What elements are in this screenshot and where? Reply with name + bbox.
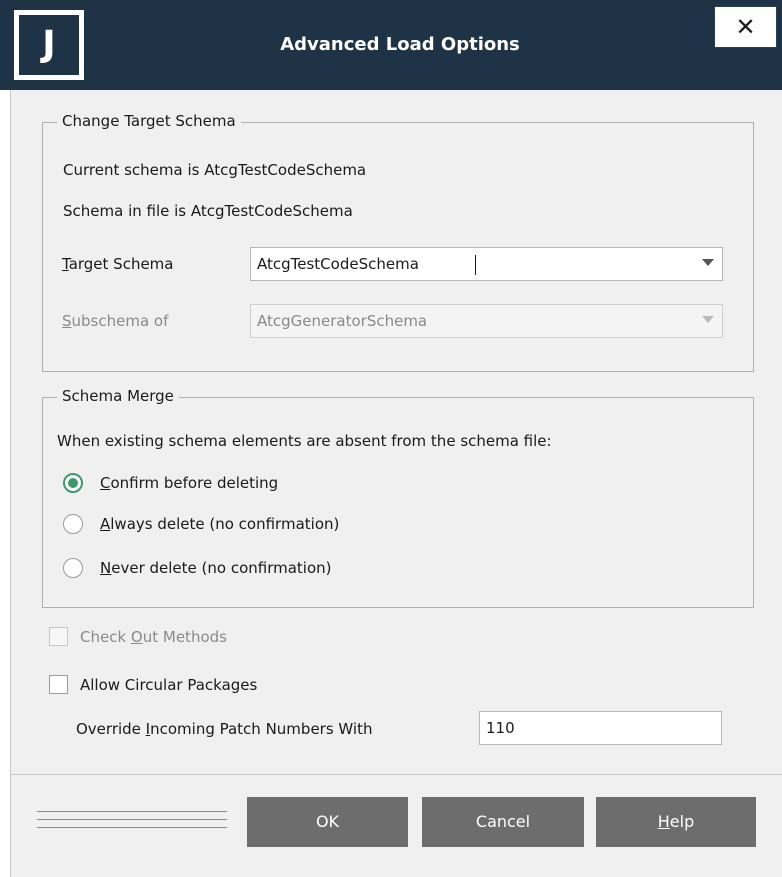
radio-always-mnemonic: A bbox=[100, 515, 111, 533]
check-out-label-post: ut Methods bbox=[142, 628, 227, 646]
app-logo-icon: J bbox=[14, 10, 84, 80]
check-out-label-pre: Check bbox=[80, 628, 131, 646]
dialog-left-border bbox=[10, 90, 11, 877]
resize-grip-icon[interactable] bbox=[37, 811, 227, 835]
radio-always-label-rest: lways delete (no confirmation) bbox=[110, 515, 340, 533]
close-button[interactable]: ✕ bbox=[714, 6, 777, 48]
subschema-label-rest: ubschema of bbox=[71, 312, 169, 330]
target-schema-value: AtcgTestCodeSchema bbox=[257, 255, 419, 273]
target-schema-label: Target Schema bbox=[62, 255, 174, 273]
override-patch-label: Override Incoming Patch Numbers With bbox=[76, 720, 372, 738]
subschema-mnemonic: S bbox=[62, 312, 72, 330]
help-label-rest: elp bbox=[669, 812, 695, 831]
check-out-methods-label: Check Out Methods bbox=[80, 628, 227, 646]
file-schema-text: Schema in file is AtcgTestCodeSchema bbox=[63, 202, 353, 220]
ok-button[interactable]: OK bbox=[247, 797, 408, 847]
target-schema-mnemonic: T bbox=[62, 255, 69, 273]
override-patch-number-input[interactable]: 110 bbox=[479, 711, 722, 745]
override-label-pre: Override bbox=[76, 720, 146, 738]
help-button[interactable]: Help bbox=[596, 797, 756, 847]
footer-separator bbox=[10, 774, 782, 775]
check-out-mnemonic: O bbox=[130, 628, 143, 646]
subschema-combobox: AtcgGeneratorSchema bbox=[250, 304, 723, 338]
radio-always-delete[interactable] bbox=[63, 514, 83, 534]
close-icon: ✕ bbox=[735, 13, 756, 41]
allow-circular-packages-checkbox[interactable] bbox=[49, 675, 68, 694]
radio-always-label[interactable]: Always delete (no confirmation) bbox=[100, 515, 339, 533]
allow-circular-packages-label[interactable]: Allow Circular Packages bbox=[80, 676, 257, 694]
radio-never-label-rest: ever delete (no confirmation) bbox=[111, 559, 332, 577]
target-schema-combobox[interactable]: AtcgTestCodeSchema bbox=[250, 247, 723, 281]
grip-line bbox=[37, 819, 227, 820]
app-logo-letter: J bbox=[19, 15, 79, 75]
schema-merge-legend: Schema Merge bbox=[57, 387, 179, 405]
override-patch-value: 110 bbox=[486, 719, 515, 737]
chevron-down-icon[interactable] bbox=[702, 259, 714, 266]
subschema-value: AtcgGeneratorSchema bbox=[257, 312, 428, 330]
radio-never-label[interactable]: Never delete (no confirmation) bbox=[100, 559, 332, 577]
dialog-title: Advanced Load Options bbox=[280, 34, 520, 55]
chevron-down-icon bbox=[702, 316, 714, 323]
target-schema-label-rest: arget Schema bbox=[68, 255, 174, 273]
help-mnemonic: H bbox=[657, 812, 670, 831]
grip-line bbox=[37, 827, 227, 828]
radio-never-delete[interactable] bbox=[63, 558, 83, 578]
current-schema-text: Current schema is AtcgTestCodeSchema bbox=[63, 161, 367, 179]
radio-confirm-label-rest: onfirm before deleting bbox=[110, 474, 279, 492]
title-bar: J Advanced Load Options ✕ bbox=[0, 0, 782, 90]
radio-confirm-label[interactable]: Confirm before deleting bbox=[100, 474, 278, 492]
grip-line bbox=[37, 811, 227, 812]
radio-confirm-before-deleting[interactable] bbox=[63, 473, 83, 493]
check-out-methods-checkbox bbox=[49, 627, 68, 646]
radio-confirm-mnemonic: C bbox=[100, 474, 111, 492]
subschema-label: Subschema of bbox=[62, 312, 168, 330]
radio-never-mnemonic: N bbox=[100, 559, 112, 577]
text-cursor bbox=[475, 255, 476, 275]
cancel-button[interactable]: Cancel bbox=[422, 797, 584, 847]
change-target-schema-legend: Change Target Schema bbox=[57, 112, 241, 130]
schema-merge-prompt: When existing schema elements are absent… bbox=[57, 432, 552, 450]
override-label-post: ncoming Patch Numbers With bbox=[150, 720, 373, 738]
